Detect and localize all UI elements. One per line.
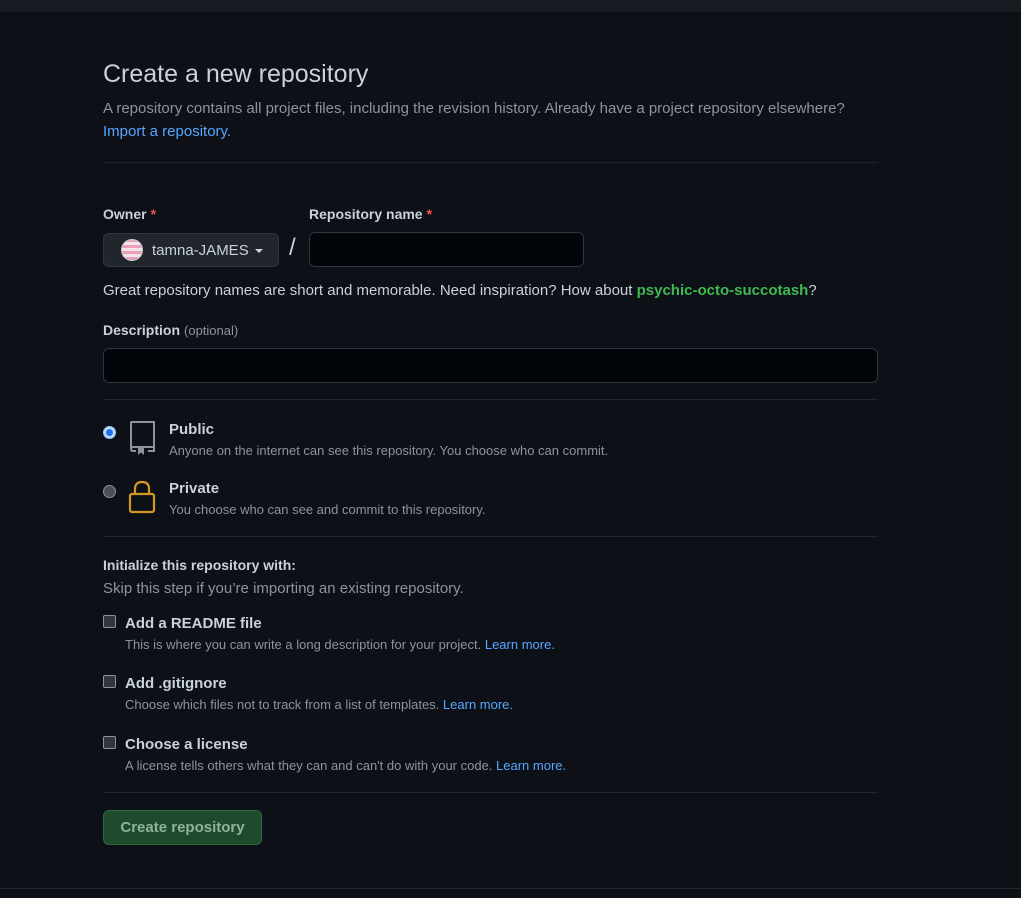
- required-mark: *: [426, 206, 433, 222]
- license-learn-more-link[interactable]: Learn more.: [496, 758, 566, 773]
- optional-label: (optional): [184, 323, 239, 338]
- private-radio[interactable]: [103, 485, 116, 498]
- repo-icon: [129, 421, 155, 455]
- avatar: [121, 239, 143, 261]
- readme-description: This is where you can write a long descr…: [125, 637, 555, 652]
- initialize-title: Initialize this repository with:: [103, 557, 296, 573]
- caret-down-icon: [254, 249, 263, 253]
- divider: [103, 162, 878, 163]
- license-checkbox[interactable]: [103, 736, 116, 749]
- public-title: Public: [169, 421, 215, 438]
- lock-icon: [128, 480, 156, 514]
- divider: [103, 399, 878, 400]
- readme-title: Add a README file: [125, 615, 262, 632]
- required-mark: *: [150, 206, 157, 222]
- page-subtitle: A repository contains all project files,…: [103, 100, 845, 117]
- description-label: Description (optional): [103, 322, 239, 338]
- owner-name: tamna-JAMES: [152, 241, 249, 259]
- description-input[interactable]: [103, 348, 878, 383]
- repo-name-hint: Great repository names are short and mem…: [103, 282, 817, 299]
- create-repository-button[interactable]: Create repository: [103, 810, 262, 845]
- license-description: A license tells others what they can and…: [125, 758, 567, 773]
- owner-label: Owner *: [103, 206, 157, 222]
- private-title: Private: [169, 480, 220, 497]
- initialize-subtitle: Skip this step if you’re importing an ex…: [103, 580, 464, 597]
- repository-name-label: Repository name *: [309, 206, 433, 222]
- readme-learn-more-link[interactable]: Learn more.: [485, 637, 555, 652]
- owner-dropdown[interactable]: tamna-JAMES: [103, 233, 279, 267]
- divider: [103, 792, 878, 793]
- gitignore-description: Choose which files not to track from a l…: [125, 697, 514, 712]
- top-navbar: [0, 0, 1021, 12]
- license-title: Choose a license: [125, 736, 248, 753]
- gitignore-title: Add .gitignore: [125, 675, 227, 692]
- gitignore-checkbox[interactable]: [103, 675, 116, 688]
- repository-name-input[interactable]: [309, 232, 584, 267]
- public-radio[interactable]: [103, 426, 116, 439]
- divider: [103, 536, 878, 537]
- suggested-name[interactable]: psychic-octo-succotash: [637, 282, 809, 299]
- public-description: Anyone on the internet can see this repo…: [169, 443, 609, 458]
- readme-checkbox[interactable]: [103, 615, 116, 628]
- import-repository-link[interactable]: Import a repository.: [103, 123, 231, 140]
- owner-repo-separator: /: [289, 234, 296, 261]
- gitignore-learn-more-link[interactable]: Learn more.: [443, 697, 513, 712]
- page-title: Create a new repository: [103, 60, 369, 88]
- private-description: You choose who can see and commit to thi…: [169, 502, 486, 517]
